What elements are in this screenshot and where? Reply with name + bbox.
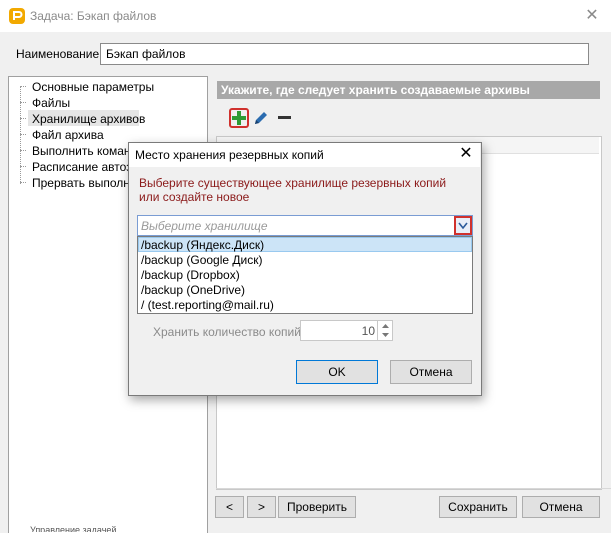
tree-connector-tick bbox=[20, 134, 26, 135]
tree-connector bbox=[20, 86, 21, 184]
option-dropbox[interactable]: /backup (Dropbox) bbox=[141, 268, 240, 282]
tree-item-run-command[interactable]: Выполнить команд bbox=[32, 144, 128, 158]
keep-copies-label: Хранить количество копий bbox=[153, 325, 301, 339]
tree-connector-tick bbox=[20, 102, 26, 103]
tree-footer-text: Управление задачей bbox=[30, 525, 117, 532]
tree-connector-tick bbox=[20, 150, 26, 151]
dialog-title: Место хранения резервных копий bbox=[135, 148, 324, 162]
option-google-drive[interactable]: /backup (Google Диск) bbox=[141, 253, 262, 267]
option-onedrive[interactable]: /backup (OneDrive) bbox=[141, 283, 245, 297]
add-icon[interactable] bbox=[229, 108, 249, 128]
stepper-arrows-icon[interactable] bbox=[377, 321, 393, 340]
storage-select-placeholder: Выберите хранилище bbox=[141, 219, 268, 233]
name-value: Бэкап файлов bbox=[106, 47, 186, 61]
section-header-title: Укажите, где следует хранить создаваемые… bbox=[221, 83, 530, 97]
app-logo-icon bbox=[9, 8, 25, 24]
dialog-cancel-button[interactable]: Отмена bbox=[390, 360, 472, 384]
chevron-down-icon[interactable] bbox=[454, 216, 472, 235]
cancel-button[interactable]: Отмена bbox=[522, 496, 600, 518]
option-mail-ru[interactable]: / (test.reporting@mail.ru) bbox=[141, 298, 274, 312]
tree-connector-tick bbox=[20, 166, 26, 167]
prev-button[interactable]: < bbox=[215, 496, 244, 518]
close-icon[interactable]: ✕ bbox=[573, 0, 611, 32]
remove-icon[interactable] bbox=[278, 116, 291, 119]
tree-item-main-params[interactable]: Основные параметры bbox=[32, 80, 204, 94]
bottom-separator bbox=[216, 488, 611, 489]
option-yandex-disk[interactable]: /backup (Яндекс.Диск) bbox=[141, 238, 264, 252]
dialog-close-icon[interactable]: ✕ bbox=[455, 143, 477, 165]
edit-pencil-icon[interactable] bbox=[253, 110, 269, 126]
tree-item-schedule[interactable]: Расписание автоза bbox=[32, 160, 128, 174]
save-button[interactable]: Сохранить bbox=[439, 496, 517, 518]
tree-item-archive-file[interactable]: Файл архива bbox=[32, 128, 204, 142]
tree-item-interrupt[interactable]: Прервать выполне bbox=[32, 176, 128, 190]
keep-copies-value: 10 bbox=[361, 324, 375, 338]
window-title: Задача: Бэкап файлов bbox=[30, 9, 157, 23]
tree-item-archive-storage[interactable]: Хранилище архивов bbox=[32, 112, 204, 126]
name-label: Наименование: bbox=[16, 47, 103, 61]
tree-connector-tick bbox=[20, 118, 26, 119]
tree-connector-tick bbox=[20, 182, 26, 183]
dialog-message: Выберите существующее хранилище резервны… bbox=[139, 176, 447, 204]
check-button[interactable]: Проверить bbox=[278, 496, 356, 518]
tree-item-files[interactable]: Файлы bbox=[32, 96, 204, 110]
tree-connector-tick bbox=[20, 86, 26, 87]
next-button[interactable]: > bbox=[247, 496, 276, 518]
ok-button[interactable]: OK bbox=[296, 360, 378, 384]
